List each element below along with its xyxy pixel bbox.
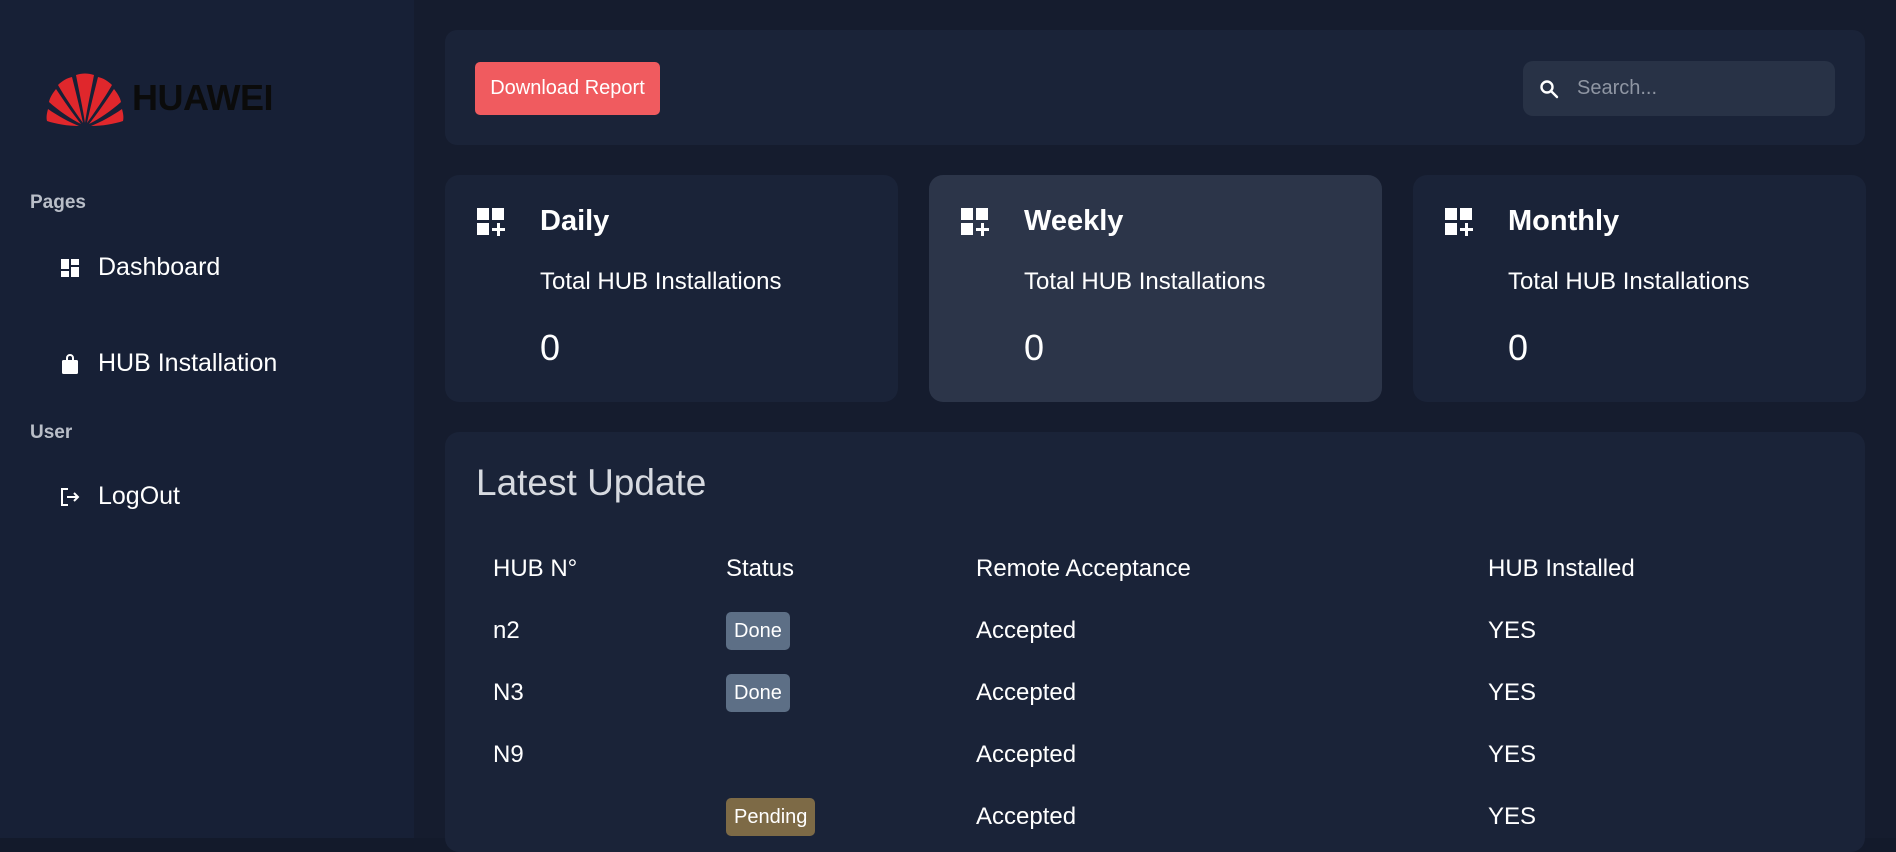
cell-remote-acceptance: Accepted — [976, 617, 1077, 644]
sidebar-item-label: HUB Installation — [98, 349, 278, 377]
cell-hub: n2 — [493, 617, 520, 644]
stat-card-daily[interactable]: Daily Total HUB Installations 0 — [445, 175, 898, 402]
section-title-pages: Pages — [30, 192, 86, 213]
card-subtitle: Total HUB Installations — [1024, 268, 1266, 295]
dashboard-icon — [60, 258, 80, 278]
column-header-hub-installed: HUB Installed — [1488, 555, 1635, 582]
card-title: Daily — [540, 205, 610, 237]
huawei-logo[interactable]: HUAWEI — [46, 69, 274, 127]
section-title-user: User — [30, 422, 73, 443]
cell-hub-installed: YES — [1488, 803, 1537, 830]
cell-hub-installed: YES — [1488, 617, 1537, 644]
column-header-status: Status — [726, 555, 795, 582]
sidebar-item-logout[interactable]: LogOut — [60, 482, 180, 511]
toolbar: Download Report — [445, 30, 1865, 145]
status-badge: Pending — [726, 798, 816, 836]
sidebar: HUAWEI Pages Dashboard HUB Installation … — [0, 0, 414, 838]
cell-hub: N9 — [493, 741, 524, 768]
card-value: 0 — [1024, 327, 1045, 368]
bag-icon — [60, 353, 80, 374]
stat-card-monthly[interactable]: Monthly Total HUB Installations 0 — [1413, 175, 1866, 402]
logout-icon — [60, 487, 80, 507]
card-title: Monthly — [1508, 205, 1620, 237]
sidebar-item-label: Dashboard — [98, 253, 221, 281]
status-badge: Done — [726, 612, 790, 650]
cell-hub-installed: YES — [1488, 679, 1537, 706]
cell-remote-acceptance: Accepted — [976, 679, 1077, 706]
stat-card-weekly[interactable]: Weekly Total HUB Installations 0 — [929, 175, 1382, 402]
dashboard-add-icon — [1445, 208, 1475, 238]
column-header-remote-acceptance: Remote Acceptance — [976, 555, 1191, 582]
search-icon — [1539, 79, 1559, 99]
sidebar-item-label: LogOut — [98, 482, 181, 510]
status-badge: Done — [726, 674, 790, 712]
cell-remote-acceptance: Accepted — [976, 741, 1077, 768]
cell-hub: N3 — [493, 679, 524, 706]
dashboard-add-icon — [961, 208, 991, 238]
search-box[interactable] — [1523, 61, 1835, 116]
card-subtitle: Total HUB Installations — [540, 268, 782, 295]
latest-update-panel: Latest Update HUB N° Status Remote Accep… — [445, 432, 1865, 852]
card-value: 0 — [1508, 327, 1529, 368]
sidebar-item-dashboard[interactable]: Dashboard — [60, 253, 220, 282]
card-subtitle: Total HUB Installations — [1508, 268, 1750, 295]
search-input[interactable] — [1575, 76, 1809, 101]
sidebar-item-hub-installation[interactable]: HUB Installation — [60, 349, 277, 378]
cell-remote-acceptance: Accepted — [976, 803, 1077, 830]
dashboard-add-icon — [477, 208, 507, 238]
download-report-button[interactable]: Download Report — [475, 62, 660, 115]
cell-hub-installed: YES — [1488, 741, 1537, 768]
card-value: 0 — [540, 327, 561, 368]
brand-name: HUAWEI — [132, 77, 274, 118]
column-header-hub: HUB N° — [493, 555, 578, 582]
table-title: Latest Update — [476, 462, 707, 503]
card-title: Weekly — [1024, 205, 1124, 237]
huawei-petals-icon — [46, 73, 124, 126]
